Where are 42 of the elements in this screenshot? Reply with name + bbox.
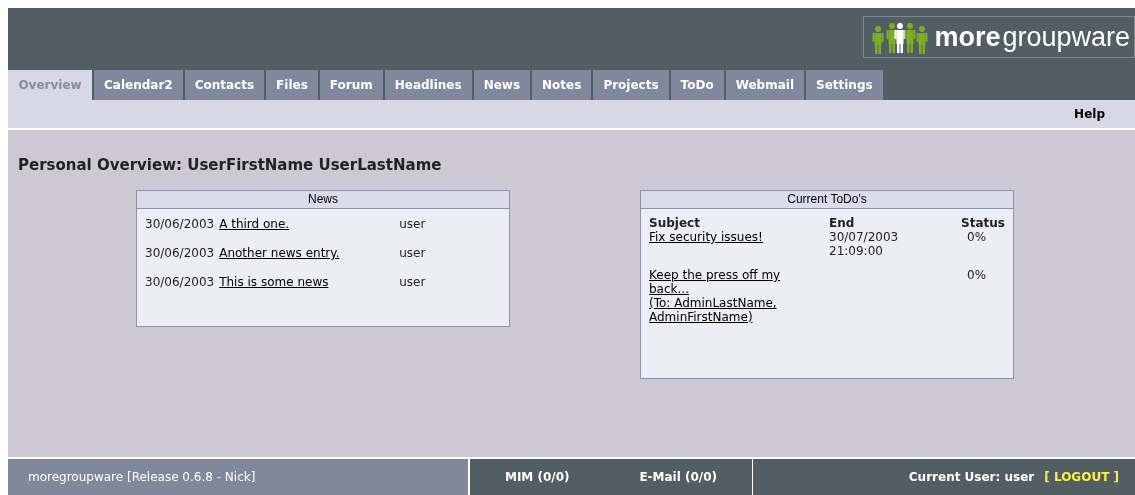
news-author: user [399,246,426,260]
nav-tab[interactable]: Headlines [384,70,472,100]
nav-tab[interactable]: Calendar2 [94,70,183,100]
todo-status: 0% [967,268,987,282]
email-link[interactable]: E-Mail (0/0) [639,470,718,484]
current-user: Current User: user [908,470,1035,484]
logo-text-bold: more [934,21,1001,53]
nav-tab[interactable]: Webmail [725,70,804,100]
page-heading: Personal Overview: UserFirstName UserLastName [18,156,443,174]
todo-end: 30/07/2003 [829,230,900,244]
nav-tab[interactable]: Projects [593,70,669,100]
column-header: End [829,216,856,230]
nav-tab[interactable]: Settings [806,70,883,100]
news-date: 30/06/2003 [145,217,215,231]
news-date: 30/06/2003 [145,246,215,260]
panel-title: Current ToDo's [641,191,1013,209]
todo-link[interactable]: Keep the press off my back... [649,268,799,296]
todo-end: 21:09:00 [829,244,884,258]
column-header: Status [960,216,1005,230]
todo-status: 0% [967,230,987,244]
todo-link[interactable]: Fix security issues! [649,230,763,244]
news-author: user [399,275,426,289]
news-date: 30/06/2003 [145,275,215,289]
nav-tab[interactable]: News [473,70,531,100]
nav-tab[interactable]: Files [266,70,318,100]
nav-tab[interactable]: Notes [532,70,592,100]
logout-link[interactable]: [ LOGOUT ] [1044,470,1119,484]
panel-title: News [137,191,509,209]
news-link[interactable]: A third one. [219,217,395,231]
nav-tab[interactable]: Overview [8,70,92,100]
news-link[interactable]: Another news entry. [219,246,395,260]
logo-text: groupware [1002,21,1130,53]
news-link[interactable]: This is some news [219,275,395,289]
nav-tab[interactable]: Forum [319,70,383,100]
mim-link[interactable]: MIM (0/0) [504,470,570,484]
assignee-link[interactable]: (To: AdminLastName, AdminFirstName) [649,296,809,324]
column-header: Subject [649,216,701,230]
nav-tab[interactable]: ToDo [670,70,724,100]
version-text: moregroupware [Release 0.6.8 - Nick] [28,470,256,484]
help-link[interactable]: Help [1074,107,1105,121]
nav-tab[interactable]: Contacts [184,70,265,100]
news-author: user [399,217,426,231]
